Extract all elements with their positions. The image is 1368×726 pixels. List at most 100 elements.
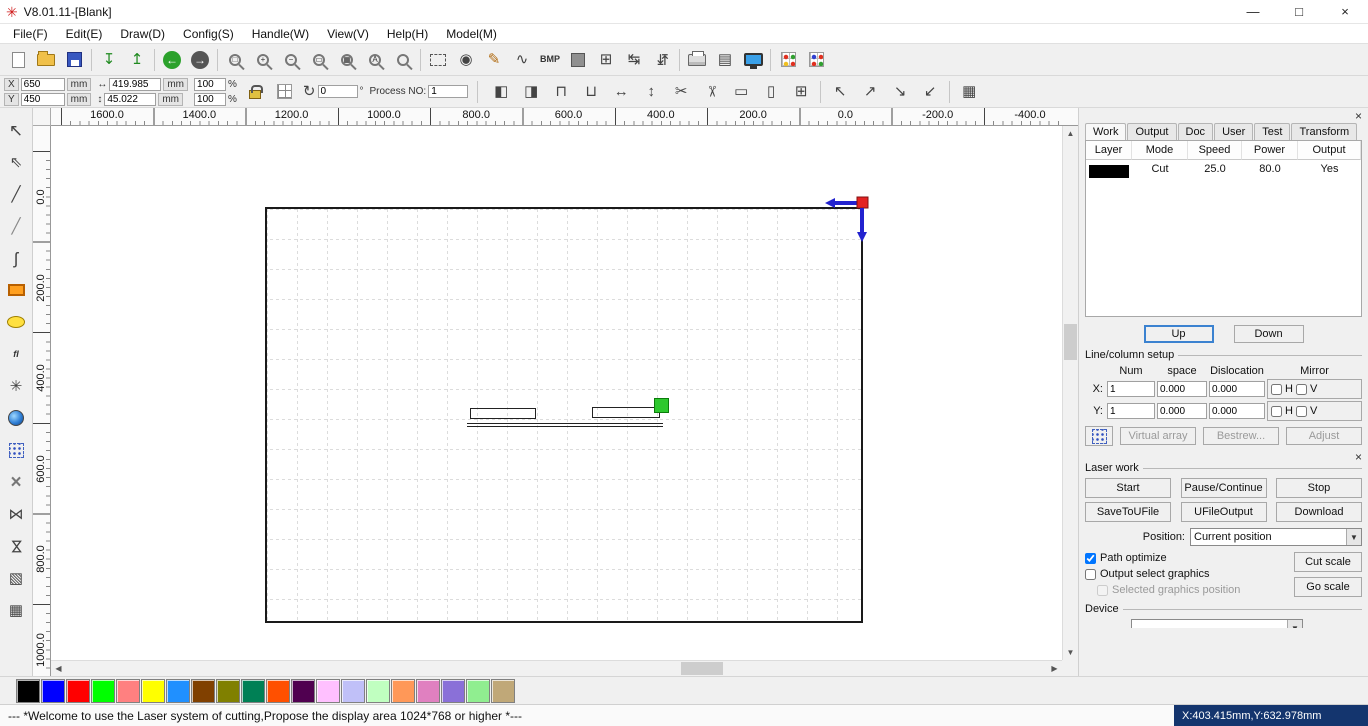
bestrew-button[interactable]: Bestrew... xyxy=(1203,427,1279,445)
tab-output[interactable]: Output xyxy=(1127,123,1177,140)
y-dislocation-input[interactable] xyxy=(1209,403,1265,419)
measure-width-button[interactable]: ↹ xyxy=(620,47,648,73)
color-swatch-6[interactable] xyxy=(166,678,190,703)
vertical-scroll-thumb[interactable] xyxy=(1064,324,1077,360)
color-swatch-1[interactable] xyxy=(41,678,65,703)
height-size-button[interactable]: ▯ xyxy=(757,79,785,105)
drawing-canvas[interactable] xyxy=(51,126,1062,660)
menu-draw[interactable]: Draw(D) xyxy=(111,27,174,41)
menu-edit[interactable]: Edit(E) xyxy=(57,27,112,41)
zoom-in-button[interactable]: + xyxy=(249,47,277,73)
text-tool[interactable]: fI xyxy=(2,340,30,368)
go-scale-button[interactable]: Go scale xyxy=(1294,577,1362,597)
color-swatch-16[interactable] xyxy=(416,678,440,703)
measure-height-button[interactable]: ↹ xyxy=(648,47,676,73)
anchor-top-right-button[interactable]: ↗ xyxy=(856,79,884,105)
cut-vertical-button[interactable]: ✂ xyxy=(697,79,725,105)
zoom-out-button[interactable]: − xyxy=(277,47,305,73)
color-swatch-5[interactable] xyxy=(141,678,165,703)
anchor-bottom-left-button[interactable]: ↙ xyxy=(916,79,944,105)
rotate-input[interactable] xyxy=(317,85,358,98)
bmp-button[interactable]: BMP xyxy=(536,47,564,73)
node-edit-tool[interactable]: ⇖ xyxy=(2,148,30,176)
expand-horizontal-button[interactable]: ↔ xyxy=(607,79,635,105)
select-frame-button[interactable] xyxy=(424,47,452,73)
width-size-button[interactable]: ▭ xyxy=(727,79,755,105)
layer-color-swatch[interactable] xyxy=(1089,165,1129,178)
selected-graphic[interactable] xyxy=(467,398,670,432)
output-array-config-button[interactable] xyxy=(802,47,830,73)
y-mirror-v-checkbox[interactable] xyxy=(1295,405,1307,417)
rectangle-tool[interactable] xyxy=(2,276,30,304)
save-button[interactable] xyxy=(60,47,88,73)
scroll-right-icon[interactable]: ▶ xyxy=(1047,661,1062,676)
adjust-button[interactable]: Adjust xyxy=(1286,427,1362,445)
color-swatch-18[interactable] xyxy=(466,678,490,703)
layer-down-button[interactable]: Down xyxy=(1233,325,1304,343)
scroll-up-icon[interactable]: ▲ xyxy=(1063,126,1078,141)
tab-doc[interactable]: Doc xyxy=(1177,123,1214,140)
pause-continue-button[interactable]: Pause/Continue xyxy=(1180,478,1267,498)
scale-y-input[interactable] xyxy=(194,92,227,106)
array-tool[interactable]: ▦ xyxy=(2,596,30,624)
tab-transform[interactable]: Transform xyxy=(1291,123,1358,140)
width-input[interactable] xyxy=(109,77,162,91)
color-swatch-3[interactable] xyxy=(91,678,115,703)
color-swatch-12[interactable] xyxy=(316,678,340,703)
expand-vertical-button[interactable]: ↕ xyxy=(637,79,665,105)
scroll-left-icon[interactable]: ◀ xyxy=(51,661,66,676)
output-array-button[interactable] xyxy=(774,47,802,73)
color-swatch-13[interactable] xyxy=(341,678,365,703)
zoom-view-button[interactable] xyxy=(389,47,417,73)
minimize-button[interactable]: — xyxy=(1230,0,1276,23)
zoom-window-button[interactable]: □ xyxy=(221,47,249,73)
zoom-text-button[interactable]: A xyxy=(361,47,389,73)
new-button[interactable] xyxy=(4,47,32,73)
print-button[interactable] xyxy=(683,47,711,73)
vertical-scrollbar[interactable]: ▲ ▼ xyxy=(1062,126,1078,660)
horizontal-scrollbar[interactable]: ◀ ▶ xyxy=(51,660,1062,676)
stop-button[interactable]: Stop xyxy=(1276,478,1362,498)
ellipse-tool[interactable] xyxy=(2,308,30,336)
color-swatch-4[interactable] xyxy=(116,678,140,703)
download-button[interactable]: Download xyxy=(1276,502,1362,522)
color-swatch-7[interactable] xyxy=(191,678,215,703)
zoom-all-button[interactable]: ▦ xyxy=(333,47,361,73)
close-button[interactable]: × xyxy=(1322,0,1368,23)
output-select-graphics-checkbox[interactable] xyxy=(1085,568,1096,580)
layer-table[interactable]: Layer Mode Speed Power Output Cut 25.0 80.0 Yes xyxy=(1085,140,1362,317)
cut-horizontal-button[interactable]: ✂ xyxy=(667,79,695,105)
tab-test[interactable]: Test xyxy=(1254,123,1291,140)
color-swatch-17[interactable] xyxy=(441,678,465,703)
color-swatch-0[interactable] xyxy=(16,678,40,703)
x-num-input[interactable] xyxy=(1107,381,1155,397)
dot-matrix-tool[interactable] xyxy=(2,436,30,464)
ufileoutput-button[interactable]: UFileOutput xyxy=(1180,502,1267,522)
color-swatch-8[interactable] xyxy=(216,678,240,703)
tab-work[interactable]: Work xyxy=(1085,123,1127,140)
color-swatch-15[interactable] xyxy=(391,678,415,703)
table-button[interactable]: ▦ xyxy=(955,79,983,105)
x-space-input[interactable] xyxy=(1157,381,1207,397)
color-swatch-14[interactable] xyxy=(366,678,390,703)
copies-button[interactable]: ⊞ xyxy=(592,47,620,73)
position-dropdown[interactable]: Current position ▼ xyxy=(1190,528,1362,546)
maximize-button[interactable]: □ xyxy=(1276,0,1322,23)
align-top-button[interactable]: ⊓ xyxy=(547,79,575,105)
preview-button[interactable]: ▤ xyxy=(711,47,739,73)
y-space-input[interactable] xyxy=(1157,403,1207,419)
fill-button[interactable] xyxy=(564,47,592,73)
lock-ratio-button[interactable] xyxy=(243,80,267,104)
align-bottom-button[interactable]: ⊔ xyxy=(577,79,605,105)
menu-handle[interactable]: Handle(W) xyxy=(243,27,318,41)
line-tool[interactable]: ╱ xyxy=(2,180,30,208)
anchor-bottom-right-button[interactable]: ↘ xyxy=(886,79,914,105)
pen-button[interactable]: ✎ xyxy=(480,47,508,73)
savetoufile-button[interactable]: SaveToUFile xyxy=(1085,502,1171,522)
bitmap-tool[interactable] xyxy=(2,404,30,432)
scale-x-input[interactable] xyxy=(194,77,227,91)
process-no-input[interactable] xyxy=(428,85,469,98)
undo-button[interactable]: ← xyxy=(158,47,186,73)
color-swatch-19[interactable] xyxy=(491,678,515,703)
x-mirror-h-checkbox[interactable] xyxy=(1271,383,1282,395)
